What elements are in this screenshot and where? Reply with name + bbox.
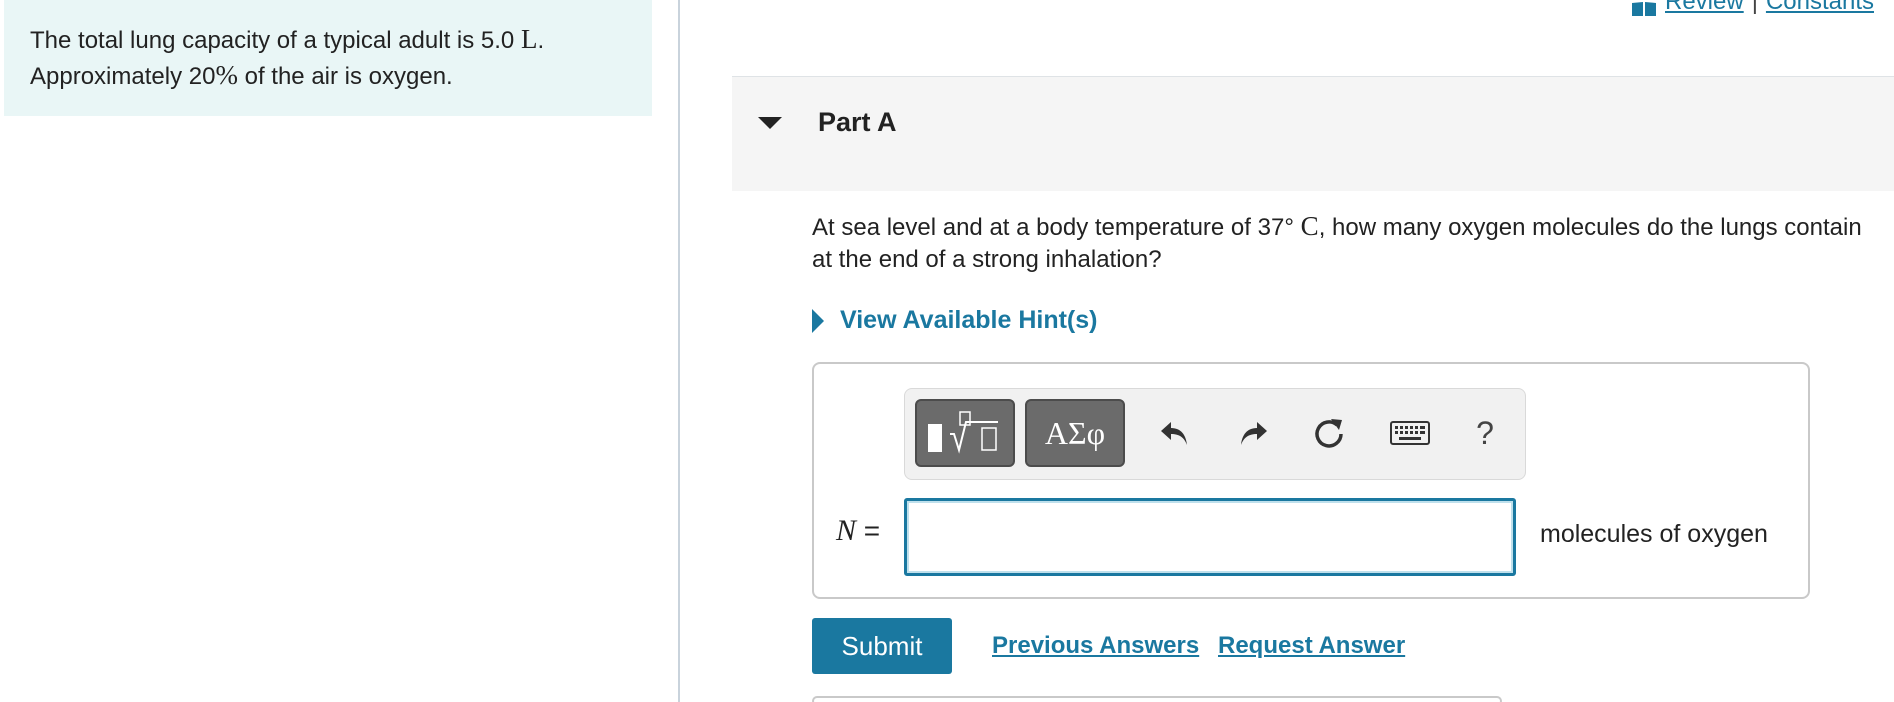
keyboard-icon[interactable] [1387, 409, 1433, 457]
panel-divider [678, 0, 680, 702]
constants-link[interactable]: Constants [1766, 0, 1874, 16]
templates-button[interactable] [915, 399, 1015, 467]
answer-box: ΑΣφ ? N = molecules of oxygen [812, 362, 1810, 599]
question-text: At sea level and at a body temperature o… [812, 210, 1872, 276]
feedback-box-edge [812, 696, 1502, 702]
info-line1-text: The total lung capacity of a typical adu… [30, 27, 521, 54]
info-line2-percent: % [215, 60, 238, 90]
expand-caret-icon [812, 308, 824, 333]
undo-icon[interactable] [1155, 409, 1195, 457]
request-answer-link[interactable]: Request Answer [1218, 632, 1405, 660]
redo-icon[interactable] [1233, 409, 1273, 457]
answer-variable-label: N = [836, 514, 880, 548]
part-title: Part A [818, 107, 897, 137]
info-line2-end: of the air is oxygen. [237, 63, 453, 90]
info-line2-text: Approximately 20 [30, 63, 216, 90]
degree-symbol: ° [1284, 214, 1294, 241]
greek-symbols-button[interactable]: ΑΣφ [1025, 399, 1125, 467]
question-text-start: At sea level and at a body temperature o… [812, 214, 1285, 241]
math-toolbar: ΑΣφ ? [904, 388, 1526, 480]
info-line1-end: . [537, 27, 545, 54]
celsius-unit: C [1293, 211, 1319, 241]
submit-button[interactable]: Submit [812, 618, 952, 674]
answer-input[interactable] [904, 498, 1516, 576]
part-a-header[interactable]: Part A [732, 77, 1894, 191]
previous-answers-link[interactable]: Previous Answers [992, 632, 1199, 660]
problem-statement: The total lung capacity of a typical adu… [30, 22, 626, 94]
variable-name: N [836, 514, 857, 547]
templates-icon [928, 411, 998, 454]
hint-label: View Available Hint(s) [840, 306, 1098, 334]
view-hints-toggle[interactable]: View Available Hint(s) [812, 306, 1097, 335]
equals-sign: = [856, 515, 881, 546]
info-line1-unit: L [520, 24, 538, 54]
review-link[interactable]: Review [1665, 0, 1744, 16]
link-separator: | [1751, 0, 1758, 15]
reset-icon[interactable] [1309, 409, 1349, 457]
problem-info-panel: The total lung capacity of a typical adu… [4, 0, 652, 116]
help-icon[interactable]: ? [1465, 409, 1505, 457]
top-links: Review | Constants [1631, 0, 1874, 16]
answer-units: molecules of oxygen [1540, 520, 1768, 548]
book-icon [1631, 0, 1657, 16]
collapse-caret-icon[interactable] [758, 117, 782, 129]
